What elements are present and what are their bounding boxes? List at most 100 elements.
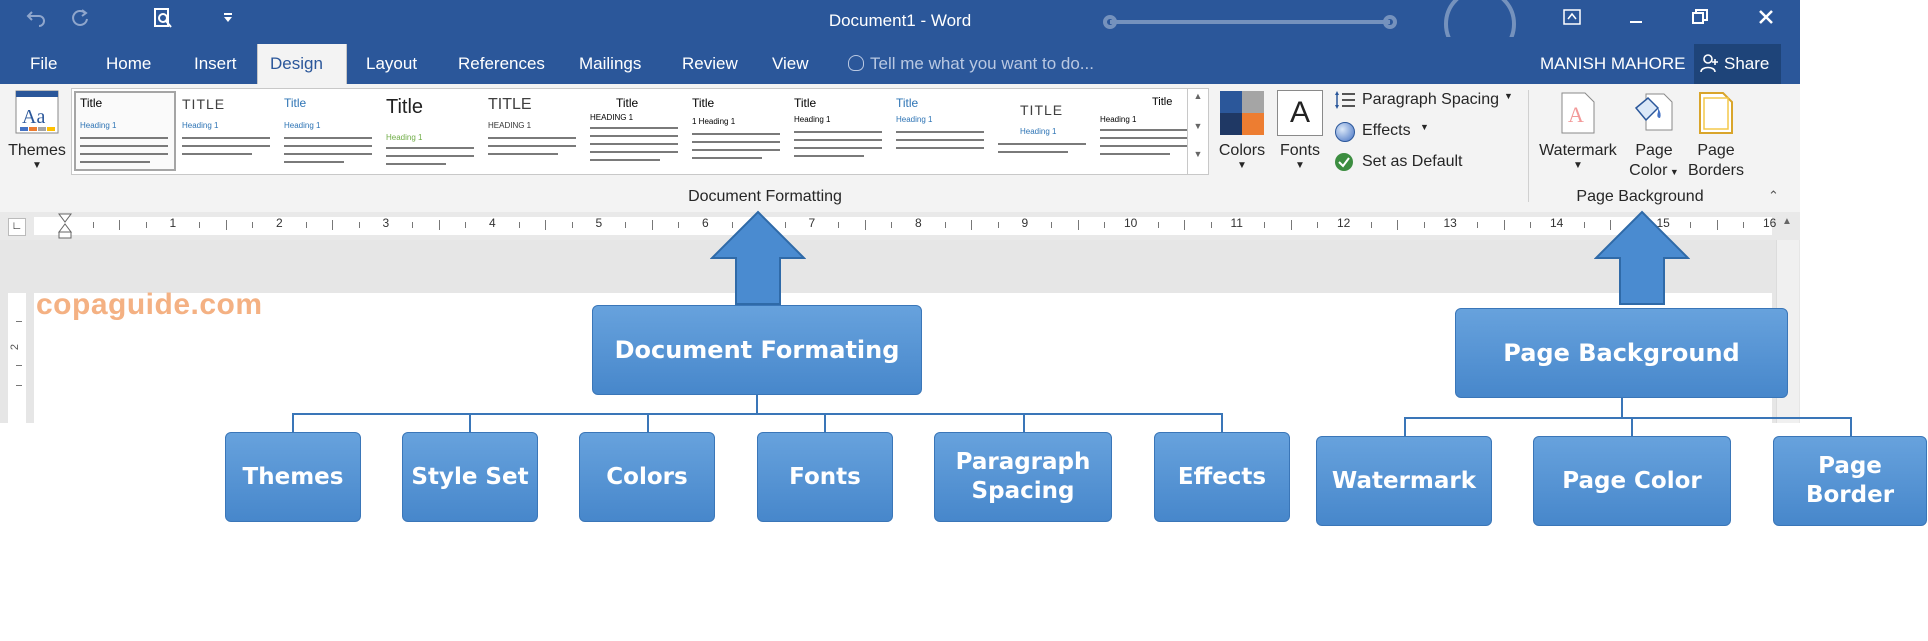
collapse-ribbon-icon[interactable]: ⌃ [1768,188,1779,204]
tab-references[interactable]: References [446,44,557,84]
themes-dropdown-icon: ▼ [32,160,42,171]
page-color-label-1: Page [1635,142,1673,159]
page-borders-icon [1699,92,1733,134]
colors-dropdown-icon: ▼ [1237,160,1247,171]
tell-me-search[interactable]: Tell me what you want to do... [848,44,1094,84]
ruler-tick [1184,220,1186,230]
share-button[interactable]: Share [1694,44,1782,84]
set-as-default-button[interactable]: Set as Default [1334,151,1484,175]
themes-button[interactable]: Aa Themes ▼ [8,88,66,184]
gallery-scroll[interactable]: ▲ ▼ ▼ [1187,88,1209,175]
style-set-item[interactable]: Title Heading 1 [280,93,378,169]
tab-file[interactable]: File [18,44,69,84]
window-title: Document1 - Word [828,11,972,30]
page-borders-button[interactable]: Page Borders [1686,88,1746,184]
paragraph-spacing-box: Paragraph Spacing [934,432,1112,522]
style-set-item[interactable]: Title Heading 1 [1096,93,1194,169]
tab-home[interactable]: Home [94,44,163,84]
ruler-tick [891,222,893,228]
connector-line [1023,413,1025,432]
style-heading: HEADING 1 [590,113,634,122]
restore-icon[interactable] [1680,6,1720,32]
checkmark-icon [1335,153,1353,171]
fonts-label: Fonts [1279,142,1320,159]
style-title: TITLE [182,96,226,112]
connector-line [292,413,1222,415]
ruler-tick [997,222,999,228]
colors-icon [1220,91,1264,135]
style-title: Title [1152,96,1173,108]
effects-icon [1335,122,1355,142]
fonts-dropdown-icon: ▼ [1295,160,1305,171]
user-name[interactable]: MANISH MAHORE [1540,44,1685,84]
ruler-tick [545,220,547,230]
style-set-item[interactable]: Title Heading 1 [892,93,990,169]
ruler-tick [1317,222,1319,228]
scroll-up-arrow-icon[interactable]: ▲ [1776,216,1798,227]
style-heading: Heading 1 [1100,115,1137,124]
tab-layout[interactable]: Layout [354,44,429,84]
ruler-tick [971,220,973,230]
style-set-item[interactable]: Title Heading 1 [382,93,480,169]
ruler-tick [332,220,334,230]
watermark-icon: A [1561,92,1595,134]
scroll-up-icon[interactable]: ▲ [1188,91,1208,101]
horizontal-ruler[interactable]: ∟ 1 2 3 4 5 6 7 8 9 10 11 12 13 14 15 16 ▲ [0,212,1800,240]
paragraph-spacing-label: Paragraph Spacing [1362,91,1499,108]
style-set-item[interactable]: Title Heading 1 [74,91,176,171]
style-set-item[interactable]: TITLE Heading 1 [178,93,276,169]
page-color-dropdown-icon: ▼ [1667,167,1679,177]
style-set-item[interactable]: Title HEADING 1 [586,93,684,169]
close-icon[interactable] [1746,6,1786,32]
style-set-item[interactable]: TITLE Heading 1 [994,93,1092,169]
page-color-button[interactable]: Page Color ▼ [1624,88,1684,184]
connector-line [1621,398,1623,417]
lightbulb-icon [848,55,864,71]
tell-me-label: Tell me what you want to do... [870,54,1094,73]
ruler-tick [305,222,307,228]
ruler-tick [252,222,254,228]
page-color-icon [1634,93,1673,131]
style-title: Title [794,96,817,110]
gallery-more-icon[interactable]: ▼ [1188,149,1208,159]
ruler-number: 14 [1550,216,1564,230]
ribbon-display-options-icon[interactable] [1552,6,1592,32]
ribbon-tab-bar: File Home Insert Design Layout Reference… [0,37,1800,84]
tab-design[interactable]: Design [257,44,347,84]
ruler-number: 16 [1763,216,1777,230]
style-heading: Heading 1 [896,115,933,124]
tab-mailings[interactable]: Mailings [567,44,653,84]
tab-insert[interactable]: Insert [182,44,249,84]
tab-review[interactable]: Review [670,44,750,84]
ruler-tick [358,222,360,228]
ruler-tick [465,222,467,228]
style-title: Title [616,96,639,110]
style-set-gallery[interactable]: Title Heading 1 TITLE Heading 1 Title He… [71,88,1199,175]
ruler-tick [1716,220,1718,230]
colors-button[interactable]: Colors ▼ [1214,88,1270,184]
ruler-tick [1104,222,1106,228]
svg-text:Aa: Aa [22,106,45,128]
ruler-number: 4 [489,216,496,230]
themes-box: Themes [225,432,361,522]
minimize-icon[interactable] [1616,6,1656,32]
watermark-button[interactable]: A Watermark ▼ [1534,88,1622,184]
vertical-ruler[interactable]: 2 [8,293,26,423]
ruler-tick [199,222,201,228]
page-color-box: Page Color [1533,436,1731,526]
indent-marker-icon[interactable] [58,213,72,239]
ruler-tick [518,222,520,228]
page-borders-label-2: Borders [1687,162,1745,179]
tab-view[interactable]: View [760,44,821,84]
style-set-item[interactable]: Title 1 Heading 1 [688,93,786,169]
design-ribbon: Aa Themes ▼ Title Heading 1 TITLE Headin… [0,84,1800,213]
arrow-up-icon [710,210,806,305]
effects-button[interactable]: Effects ▼ [1334,120,1434,144]
scroll-down-icon[interactable]: ▼ [1188,121,1208,131]
style-set-item[interactable]: TITLE HEADING 1 [484,93,582,169]
share-label: Share [1724,54,1770,73]
style-set-item[interactable]: Title Heading 1 [790,93,888,169]
fonts-button[interactable]: A Fonts ▼ [1272,88,1328,184]
paragraph-spacing-button[interactable]: Paragraph Spacing ▼ [1334,89,1514,113]
tab-selector-icon[interactable]: ∟ [8,218,26,236]
